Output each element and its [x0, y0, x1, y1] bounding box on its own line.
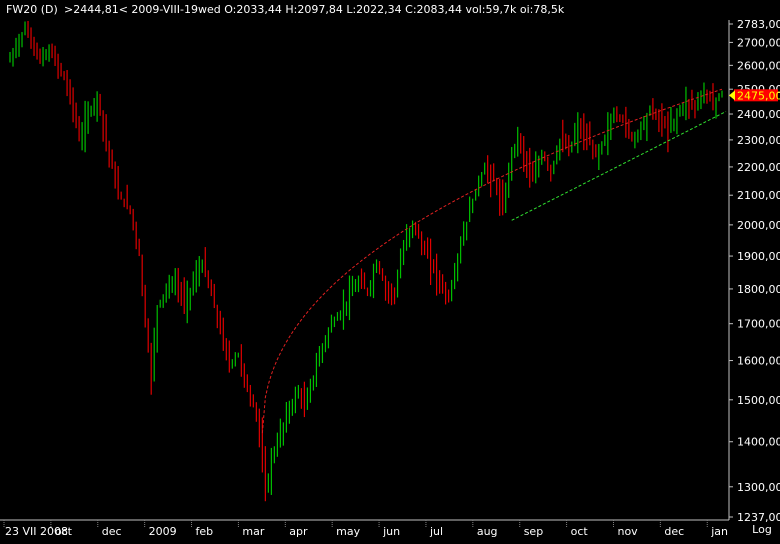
- ohlc-info: >2444,81< 2009-VIII-19wed O:2033,44 H:20…: [64, 3, 565, 16]
- chart-background: [0, 0, 780, 540]
- y-tick-label: 2700,00: [737, 36, 780, 49]
- symbol-label: FW20 (D): [6, 3, 58, 16]
- x-tick-label: jan: [710, 525, 728, 538]
- x-tick-label: sep: [524, 525, 543, 538]
- last-price-label: 2475,00: [737, 89, 780, 102]
- y-tick-label: 1500,00: [737, 394, 780, 407]
- x-tick-label: dec: [102, 525, 122, 538]
- last-price-marker: 2475,00: [729, 89, 780, 102]
- y-tick-label: 1700,00: [737, 318, 780, 331]
- scale-mode-label: Log: [752, 523, 772, 536]
- y-tick-label: 2000,00: [737, 219, 780, 232]
- x-tick-label: dec: [664, 525, 684, 538]
- y-tick-label: 2600,00: [737, 59, 780, 72]
- y-tick-label: 1300,00: [737, 481, 780, 494]
- x-tick-label: jun: [382, 525, 400, 538]
- chart-svg: 2783,002700,002600,002500,002400,002300,…: [0, 0, 780, 540]
- x-tick-label: feb: [196, 525, 214, 538]
- x-tick-label: apr: [289, 525, 308, 538]
- y-tick-label: 1400,00: [737, 436, 780, 449]
- y-tick-label: 1800,00: [737, 283, 780, 296]
- x-tick-label: mar: [242, 525, 264, 538]
- y-tick-label: 2400,00: [737, 108, 780, 121]
- y-tick-label: 2100,00: [737, 189, 780, 202]
- x-tick-label: 2009: [149, 525, 177, 538]
- y-tick-label: 1600,00: [737, 355, 780, 368]
- x-tick-label: aug: [477, 525, 498, 538]
- x-tick-label: nov: [617, 525, 638, 538]
- y-tick-label: 1900,00: [737, 250, 780, 263]
- y-tick-label: 2200,00: [737, 161, 780, 174]
- chart: 2783,002700,002600,002500,002400,002300,…: [0, 0, 780, 540]
- x-tick-label: oct: [571, 525, 589, 538]
- x-tick-label: oct: [55, 525, 73, 538]
- y-tick-label: 2300,00: [737, 134, 780, 147]
- x-tick-label: may: [336, 525, 360, 538]
- y-tick-label: 2783,00: [737, 18, 780, 31]
- x-tick-label: jul: [429, 525, 443, 538]
